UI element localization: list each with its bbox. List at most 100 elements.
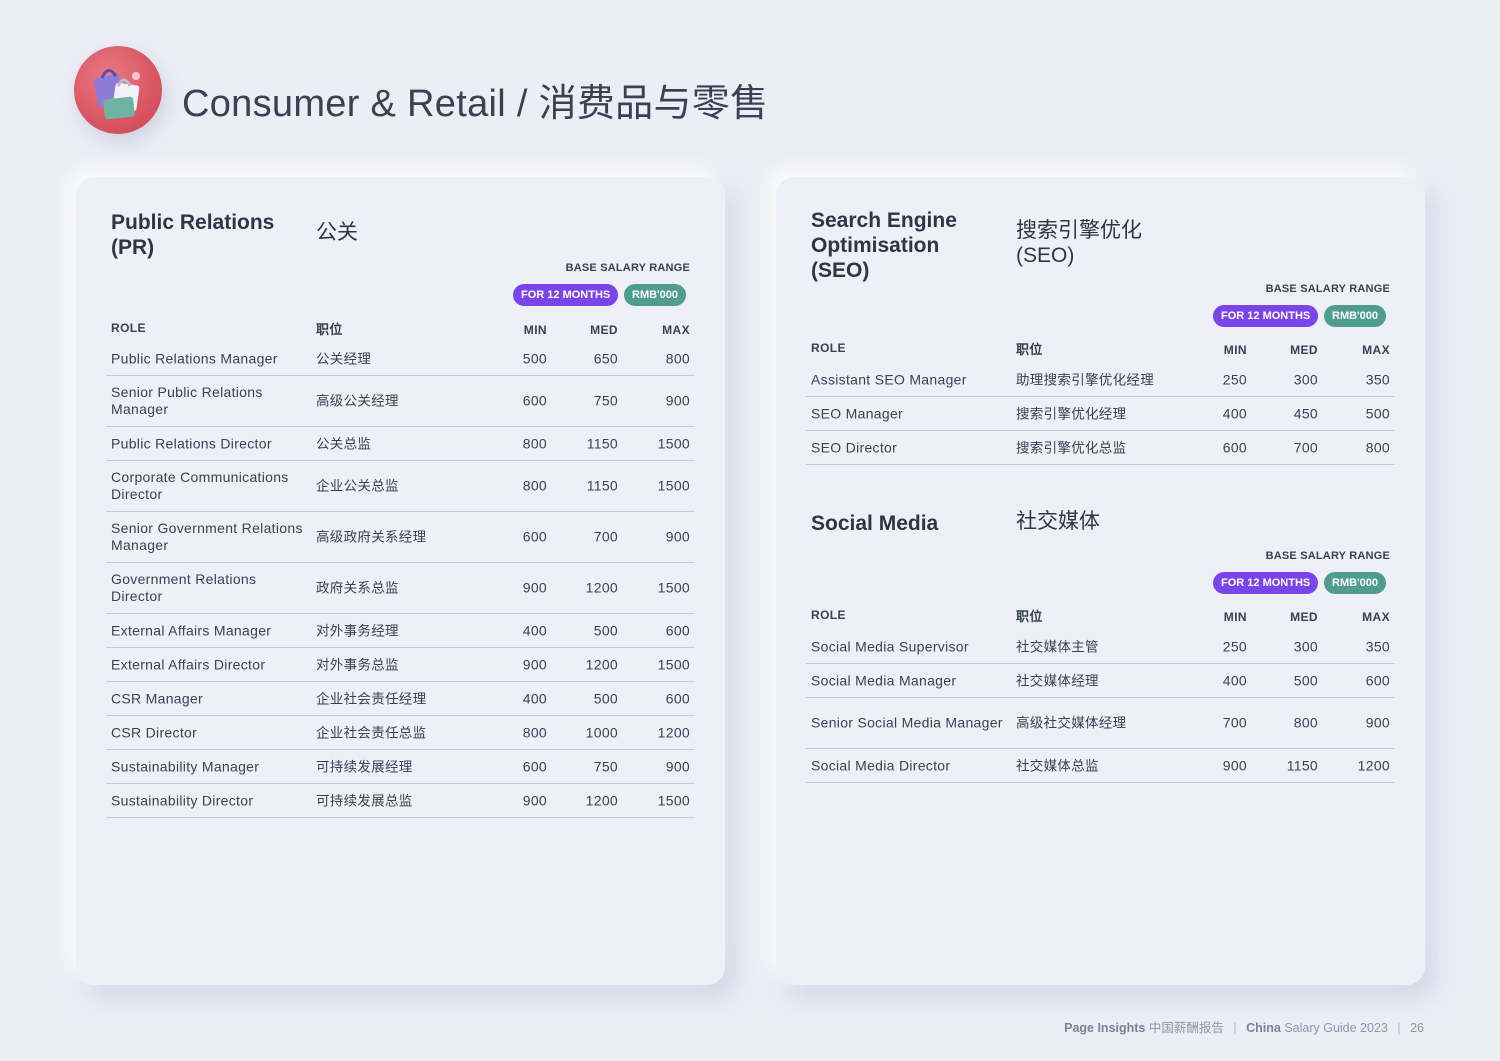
med-cell: 750 [593,758,618,774]
seo-table: Assistant SEO Manager 助理搜索引擎优化经理 250 300… [806,363,1395,465]
currency-badge: RMB'000 [624,284,687,306]
med-cell: 450 [1293,405,1318,421]
role-zh-cell: 可持续发展经理 [316,759,413,774]
role-zh-cell: 高级公关经理 [316,393,399,409]
table-row: Social Media Supervisor 社交媒体主管 250 300 3… [806,630,1395,664]
min-cell: 600 [522,392,547,409]
section-title-zh: 公关 [316,221,358,244]
max-cell: 900 [665,758,690,774]
section-title: Social Media [811,512,939,535]
table-row: Corporate Communications Director 企业公关总监… [106,461,695,512]
role-zh-cell: 高级政府关系经理 [316,529,427,545]
max-cell: 1500 [657,656,690,672]
med-cell: 1150 [586,477,618,494]
max-cell: 1500 [657,792,690,808]
min-cell: 400 [522,690,547,706]
role-cell: Sustainability Manager [111,758,260,774]
role-cell: Social Media Supervisor [811,638,969,654]
min-cell: 600 [522,528,547,545]
zh-column-header: 职位 [1016,342,1043,357]
max-cell: 600 [665,622,690,638]
table-row: SEO Director 搜索引擎优化总监 600 700 800 [806,431,1395,465]
role-cell: Public Relations Director [111,435,272,451]
role-cell: SEO Manager [811,405,904,421]
max-cell: 1200 [657,724,690,740]
med-cell: 1200 [585,792,618,808]
role-cell: Corporate Communications Director [111,469,289,502]
min-cell: 400 [522,622,547,638]
max-cell: 500 [1365,405,1390,421]
min-cell: 800 [522,477,547,494]
med-cell: 500 [1293,672,1318,688]
role-zh-cell: 公关总监 [316,436,372,451]
base-salary-range-label: BASE SALARY RANGE [565,262,690,274]
table-row: Social Media Director 社交媒体总监 900 1150 12… [806,749,1395,783]
med-cell: 650 [593,350,618,366]
role-zh-cell: 企业社会责任经理 [316,691,427,706]
footer-guide-bold: China [1246,1021,1281,1035]
min-cell: 600 [1222,439,1247,455]
med-cell: 750 [593,392,618,409]
min-cell: 900 [522,579,547,596]
min-cell: 800 [522,435,547,451]
max-cell: 350 [1365,638,1390,654]
med-cell: 1150 [586,435,618,451]
seo-social-card: Search Engine Optimisation (SEO) 搜索引擎优化 … [776,177,1425,985]
table-row: Social Media Manager 社交媒体经理 400 500 600 [806,664,1395,698]
table-row: Sustainability Manager 可持续发展经理 600 750 9… [106,750,695,784]
min-cell: 900 [522,656,547,672]
role-cell: Senior Public Relations Manager [111,384,263,417]
med-column-header: MED [1290,343,1318,357]
section-title: Search Engine Optimisation (SEO) [811,209,957,282]
footer-divider: | [1233,1021,1237,1035]
table-row: Senior Government Relations Manager 高级政府… [106,512,695,563]
role-cell: CSR Director [111,724,198,740]
min-cell: 400 [1222,672,1247,688]
role-zh-cell: 助理搜索引擎优化经理 [1016,372,1154,387]
section-title-zh: 搜索引擎优化 (SEO) [1016,219,1142,267]
role-cell: Sustainability Director [111,792,254,808]
table-row: Public Relations Manager 公关经理 500 650 80… [106,342,695,376]
page-number: 26 [1410,1021,1424,1035]
min-column-header: MIN [523,323,547,337]
role-zh-cell: 搜索引擎优化经理 [1016,406,1127,421]
table-row: Public Relations Director 公关总监 800 1150 … [106,427,695,461]
med-cell: 500 [593,690,618,706]
max-cell: 1500 [657,435,690,451]
months-badge: FOR 12 MONTHS [1213,572,1319,594]
role-cell: Assistant SEO Manager [811,371,967,387]
role-zh-cell: 可持续发展总监 [316,793,413,808]
med-cell: 300 [1293,371,1318,387]
min-column-header: MIN [1223,610,1247,624]
role-cell: Senior Government Relations Manager [111,520,303,553]
role-cell: SEO Director [811,439,898,455]
max-cell: 800 [665,350,690,366]
table-row: External Affairs Manager 对外事务经理 400 500 … [106,614,695,648]
role-cell: Public Relations Manager [111,350,278,366]
role-cell: Government Relations Director [111,571,257,604]
med-cell: 800 [1293,714,1318,731]
footer-guide: Salary Guide 2023 [1284,1021,1388,1035]
section-title: Public Relations (PR) [111,211,275,259]
max-cell: 600 [665,690,690,706]
months-badge: FOR 12 MONTHS [1213,305,1319,327]
role-column-header: ROLE [811,608,846,622]
min-cell: 900 [522,792,547,808]
shopping-bags-icon [74,46,162,134]
base-salary-range-label: BASE SALARY RANGE [1265,283,1390,295]
role-cell: Senior Social Media Manager [811,714,1003,731]
table-row: CSR Director 企业社会责任总监 800 1000 1200 [106,716,695,750]
table-row: SEO Manager 搜索引擎优化经理 400 450 500 [806,397,1395,431]
min-cell: 400 [1222,405,1247,421]
table-row: External Affairs Director 对外事务总监 900 120… [106,648,695,682]
max-cell: 1500 [657,579,690,596]
role-zh-cell: 高级社交媒体经理 [1016,715,1127,731]
min-cell: 700 [1222,714,1247,731]
role-zh-cell: 企业公关总监 [316,478,399,494]
role-zh-cell: 公关经理 [316,351,372,366]
max-column-header: MAX [662,323,690,337]
med-cell: 700 [593,528,618,545]
currency-badge: RMB'000 [1324,305,1387,327]
table-row: CSR Manager 企业社会责任经理 400 500 600 [106,682,695,716]
role-zh-cell: 社交媒体主管 [1016,639,1099,654]
